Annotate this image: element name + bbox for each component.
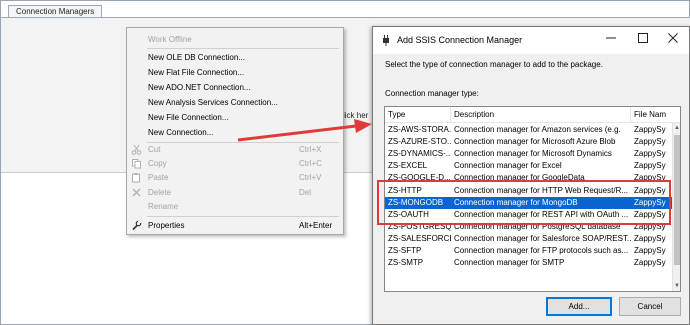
annotation-highlight-box	[377, 180, 671, 225]
annotation-arrow	[237, 119, 372, 142]
